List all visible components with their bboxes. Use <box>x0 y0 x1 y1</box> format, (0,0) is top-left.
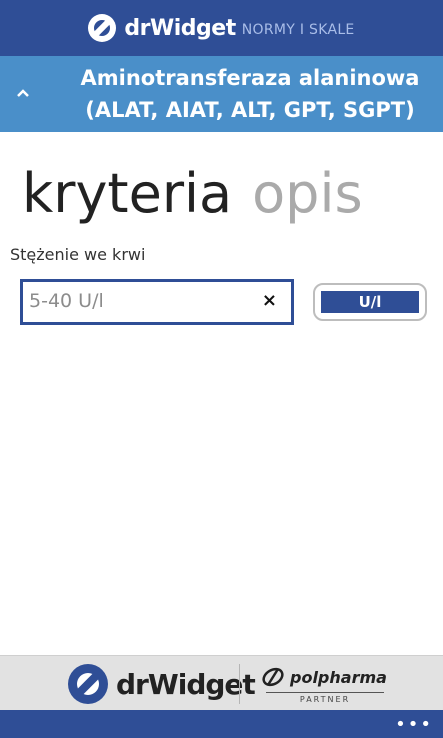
partner-underline <box>266 692 384 693</box>
header-logo: drWidget NORMY I SKALE <box>88 14 354 42</box>
tab-kryteria[interactable]: kryteria <box>22 162 232 225</box>
more-options-icon[interactable]: ••• <box>395 714 433 735</box>
header-subtitle: NORMY I SKALE <box>241 22 355 38</box>
drwidget-logo-icon <box>88 14 117 42</box>
footer-banner: drWidget polpharma PARTNER <box>0 655 443 711</box>
input-placeholder[interactable]: 5-40 U/l <box>29 290 104 312</box>
partner-name: polpharma <box>290 667 387 687</box>
tab-opis[interactable]: opis <box>252 162 362 225</box>
clear-icon[interactable]: × <box>262 290 277 311</box>
concentration-input[interactable]: 5-40 U/l × <box>20 279 294 325</box>
partner-logo: polpharma PARTNER <box>262 666 388 704</box>
footer-divider <box>239 664 240 704</box>
pivot-header: kryteria opis <box>22 162 363 226</box>
header-brand: drWidget <box>124 15 236 41</box>
polpharma-logo-icon <box>262 667 284 687</box>
page-title: Aminotransferaza alaninowa (ALAT, AIAT, … <box>80 66 420 122</box>
footer-brand: drWidget <box>116 667 256 701</box>
app-bar: ••• <box>0 710 443 738</box>
field-label: Stężenie we krwi <box>10 245 146 264</box>
footer-logo: drWidget <box>68 664 256 704</box>
drwidget-logo-icon <box>68 664 108 704</box>
partner-caption: PARTNER <box>299 695 351 704</box>
unit-button[interactable]: U/l <box>321 291 419 313</box>
title-bar[interactable]: Aminotransferaza alaninowa (ALAT, AIAT, … <box>0 56 443 132</box>
unit-toggle[interactable]: U/l <box>313 283 427 321</box>
app-header: drWidget NORMY I SKALE <box>0 0 443 56</box>
chevron-up-icon[interactable] <box>16 86 30 100</box>
